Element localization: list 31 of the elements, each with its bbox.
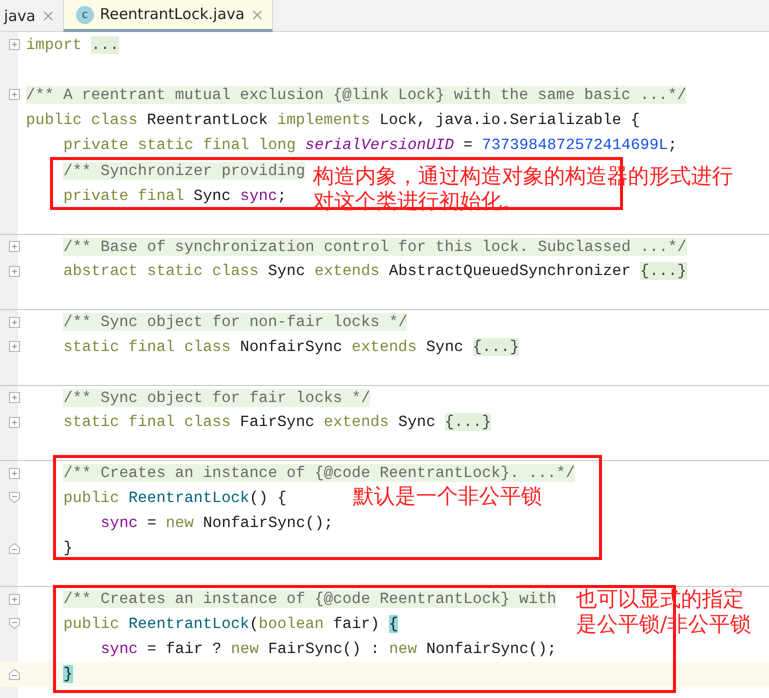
code-line: static final class FairSync extends Sync {...} — [63, 412, 492, 434]
code-line: private final Sync sync; — [63, 186, 287, 207]
expand-icon[interactable] — [9, 468, 20, 479]
code-line: public class ReentrantLock implements Lock, java.io.Serializable { — [26, 110, 640, 132]
annotation-text: 默认是一个非公平锁 — [353, 484, 542, 509]
expand-icon[interactable] — [9, 392, 20, 404]
class-file-icon: c — [76, 6, 94, 24]
code-line: } — [63, 538, 73, 560]
expand-icon[interactable] — [9, 341, 20, 352]
code-line: public ReentrantLock(boolean fair) { — [63, 614, 398, 635]
expand-icon[interactable] — [9, 266, 20, 277]
code-line: sync = new NonfairSync(); — [100, 513, 334, 534]
code-line: public ReentrantLock() { — [63, 488, 287, 509]
code-line: private static final long serialVersionUID = 7373984872572414699L; — [63, 135, 678, 156]
collapse-icon[interactable] — [9, 618, 20, 630]
editor-tab[interactable]: java × — [0, 0, 63, 32]
expand-icon[interactable] — [9, 241, 20, 252]
code-line: import ... — [26, 34, 120, 56]
code-line: abstract static class Sync extends AbstractQueuedSynchronizer {...} — [63, 261, 687, 282]
expand-icon[interactable] — [9, 416, 20, 428]
code-line: sync = fair ? new FairSync() : new NonfairSync(); — [100, 639, 556, 660]
expand-icon[interactable] — [9, 316, 20, 328]
expand-icon[interactable] — [9, 594, 20, 605]
expand-icon[interactable] — [9, 39, 20, 50]
code-line: static final class NonfairSync extends Sync {...} — [63, 336, 520, 358]
expand-icon[interactable] — [9, 89, 20, 100]
collapse-icon[interactable] — [9, 542, 20, 554]
collapse-icon[interactable] — [9, 668, 20, 680]
collapse-icon[interactable] — [9, 492, 20, 504]
editor-tab[interactable]: c ReentrantLock.java × — [62, 0, 273, 32]
annotation-text: 对这个类进行初始化。 — [313, 189, 523, 214]
